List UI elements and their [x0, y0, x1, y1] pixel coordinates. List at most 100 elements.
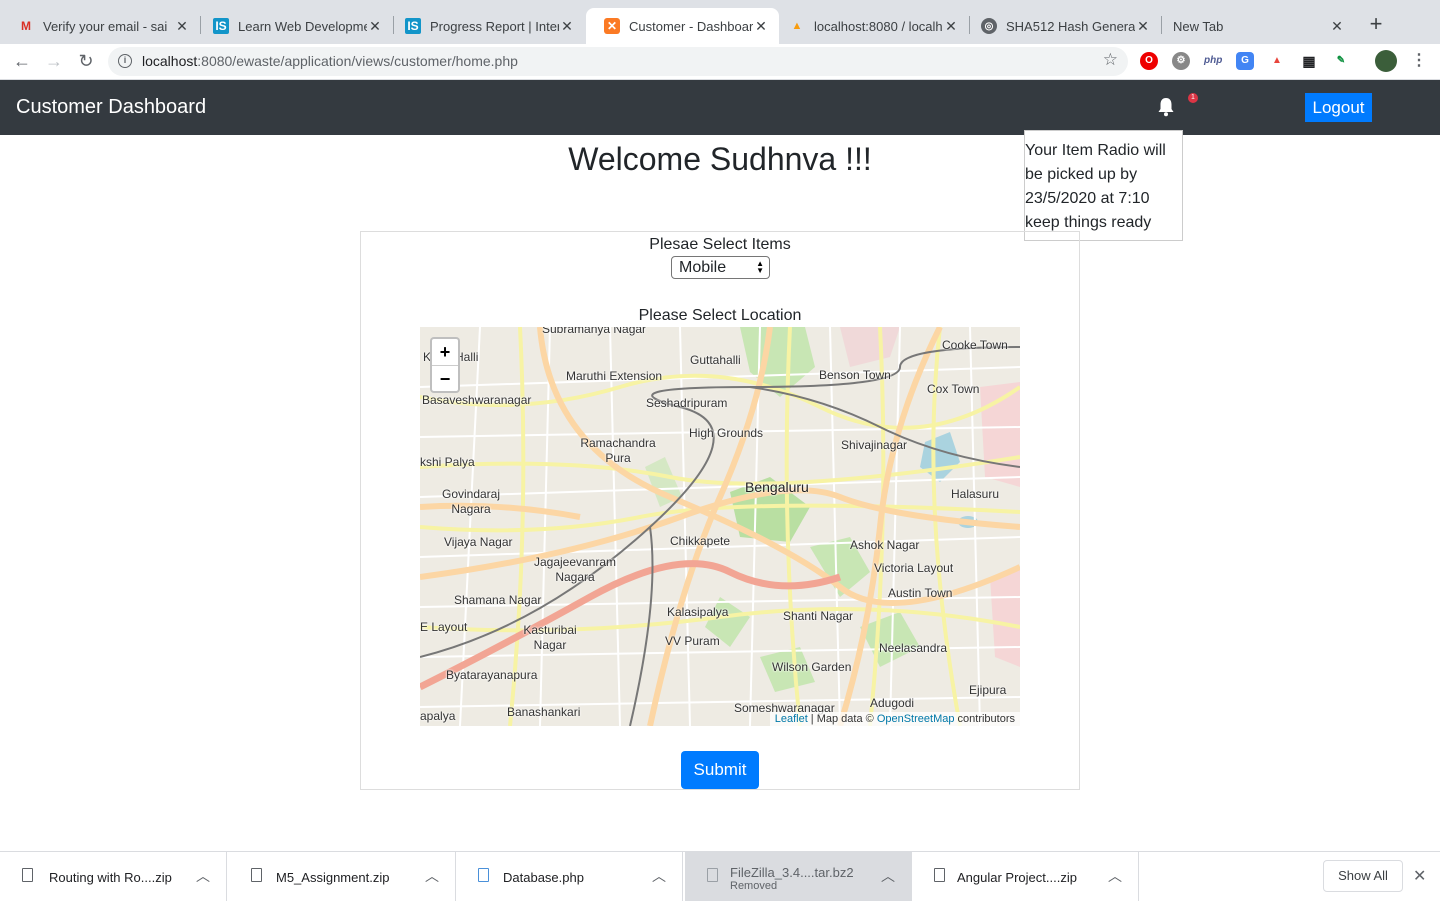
items-select[interactable]: Mobile ▲ ▼ — [671, 256, 770, 279]
leaflet-link[interactable]: Leaflet — [775, 713, 808, 725]
browser-tab[interactable]: ▲ localhost:8080 / localh ✕ — [771, 8, 969, 44]
map-label: Shamana Nagar — [454, 593, 542, 607]
tab-close-icon[interactable]: ✕ — [753, 18, 769, 35]
zip-file-icon — [934, 868, 945, 882]
map-label: Maruthi Extension — [566, 369, 663, 383]
browser-tab-active[interactable]: ✕ Customer - Dashboard ✕ — [586, 8, 779, 44]
map-label: Byatarayanapura — [446, 668, 538, 682]
back-arrow-icon[interactable]: ← — [11, 50, 33, 72]
show-all-button[interactable]: Show All — [1323, 860, 1403, 892]
chevron-up-icon[interactable]: ︿ — [881, 866, 895, 886]
download-item[interactable]: Angular Project....zip ︿ — [912, 852, 1139, 901]
map-label: Basaveshwaranagar — [422, 393, 532, 407]
reload-icon[interactable]: ↻ — [75, 50, 97, 72]
map-label: Shanti Nagar — [783, 609, 854, 623]
profile-avatar[interactable] — [1375, 50, 1397, 72]
url-text[interactable]: localhost:8080/ewaste/application/views/… — [142, 53, 518, 69]
items-label: Plesae Select Items — [649, 236, 791, 253]
map-label: Cox Town — [927, 382, 980, 396]
map-label: E Layout — [420, 620, 468, 634]
file-icon — [707, 868, 718, 882]
map-label: Kasturibai Nagar — [523, 623, 577, 652]
settings-extension-icon[interactable]: ⚙ — [1172, 52, 1190, 70]
logout-button[interactable]: Logout — [1305, 93, 1372, 122]
browser-tab[interactable]: ◎ SHA512 Hash Generat ✕ — [963, 8, 1161, 44]
map-label: Adugodi — [870, 696, 915, 710]
new-tab-button[interactable]: + — [1366, 12, 1386, 36]
map-label: Banashankari — [507, 705, 581, 719]
zoom-out-button[interactable]: − — [432, 365, 458, 392]
globe-icon: ◎ — [981, 18, 997, 34]
zip-file-icon — [22, 868, 33, 882]
download-shelf: Routing with Ro....zip ︿ M5_Assignment.z… — [0, 851, 1440, 901]
download-item[interactable]: Database.php ︿ — [456, 852, 683, 901]
download-item-removed[interactable]: FileZilla_3.4....tar.bz2 Removed ︿ — [685, 852, 912, 901]
chevron-up-icon[interactable]: ︿ — [1108, 866, 1122, 886]
colorzilla-extension-icon[interactable]: ✎ — [1332, 52, 1350, 70]
opera-extension-icon[interactable]: O — [1140, 52, 1158, 70]
navbar-brand[interactable]: Customer Dashboard — [16, 96, 206, 119]
bell-icon[interactable] — [1157, 97, 1175, 117]
tab-close-icon[interactable]: ✕ — [1329, 18, 1345, 35]
browser-tab[interactable]: IS Progress Report | Inter ✕ — [387, 8, 585, 44]
map-label: Guttahalli — [690, 353, 741, 367]
location-map[interactable]: Subramanya Nagar Guttahalli Cooke Town K… — [420, 327, 1020, 726]
download-item[interactable]: M5_Assignment.zip ︿ — [229, 852, 456, 901]
internshala-icon: IS — [213, 18, 229, 34]
select-arrows-icon: ▲ ▼ — [756, 259, 764, 275]
openstreetmap-link[interactable]: OpenStreetMap — [877, 713, 955, 725]
map-attribution: Leaflet | Map data © OpenStreetMap contr… — [769, 712, 1020, 726]
bookmark-star-icon[interactable]: ☆ — [1103, 50, 1118, 70]
map-label: Benson Town — [819, 368, 891, 382]
map-label: Wilson Garden — [772, 660, 852, 674]
map-label: Kalasipalya — [667, 605, 729, 619]
location-label: Please Select Location — [638, 307, 802, 324]
drive-extension-icon[interactable]: ▲ — [1268, 52, 1286, 70]
address-bar[interactable]: i localhost:8080/ewaste/application/view… — [108, 47, 1128, 76]
info-icon[interactable]: i — [118, 54, 132, 68]
zoom-in-button[interactable]: + — [432, 339, 458, 365]
php-extension-icon[interactable]: php — [1204, 52, 1222, 70]
translate-extension-icon[interactable]: G — [1236, 52, 1254, 70]
close-icon[interactable]: ✕ — [1413, 866, 1426, 886]
map-label: Ejipura — [969, 683, 1007, 697]
pickup-form: Plesae Select Items Mobile ▲ ▼ Please Sel… — [360, 231, 1080, 790]
tab-close-icon[interactable]: ✕ — [943, 18, 959, 35]
menu-kebab-icon[interactable]: ⋮ — [1410, 52, 1428, 70]
map-label: Bengaluru — [745, 479, 809, 495]
php-file-icon — [478, 868, 489, 882]
chevron-up-icon[interactable]: ︿ — [652, 866, 666, 886]
download-item[interactable]: Routing with Ro....zip ︿ — [0, 852, 227, 901]
browser-tab[interactable]: M Verify your email - sai ✕ — [0, 8, 200, 44]
map-label: Neelasandra — [879, 641, 948, 655]
browser-tab-strip: M Verify your email - sai ✕ IS Learn Web… — [0, 0, 1440, 44]
tab-close-icon[interactable]: ✕ — [367, 18, 383, 35]
xampp-icon: ✕ — [604, 18, 620, 34]
map-label: Shivajinagar — [841, 438, 908, 452]
app-navbar: Customer Dashboard 1 Logout — [0, 80, 1440, 135]
map-label: Austin Town — [888, 586, 953, 600]
submit-button[interactable]: Submit — [681, 751, 759, 789]
zip-file-icon — [251, 868, 262, 882]
browser-toolbar: ← → ↻ i localhost:8080/ewaste/applicatio… — [0, 44, 1440, 80]
browser-tab[interactable]: IS Learn Web Developme ✕ — [195, 8, 393, 44]
notification-badge: 1 — [1188, 93, 1198, 103]
browser-tab[interactable]: New Tab ✕ — [1155, 8, 1355, 44]
apps-grid-icon[interactable]: ▦ — [1300, 52, 1318, 70]
forward-arrow-icon[interactable]: → — [43, 50, 65, 72]
tab-close-icon[interactable]: ✕ — [174, 18, 190, 35]
map-label: Subramanya Nagar — [542, 327, 647, 336]
chevron-up-icon[interactable]: ︿ — [196, 866, 210, 886]
map-label: Seshadripuram — [646, 396, 728, 410]
phpmyadmin-icon: ▲ — [791, 20, 803, 32]
welcome-heading: Welcome Sudhnva !!! — [568, 141, 872, 177]
map-label: Halasuru — [951, 487, 1000, 501]
tab-close-icon[interactable]: ✕ — [1135, 18, 1151, 35]
map-zoom-control: + − — [430, 337, 460, 393]
tab-close-icon[interactable]: ✕ — [559, 18, 575, 35]
map-label: Govindaraj Nagara — [441, 487, 501, 516]
map-label: Victoria Layout — [874, 561, 954, 575]
map-label: Jagajeevanram Nagara — [533, 555, 617, 584]
map-label: kshi Palya — [420, 455, 475, 469]
chevron-up-icon[interactable]: ︿ — [425, 866, 439, 886]
